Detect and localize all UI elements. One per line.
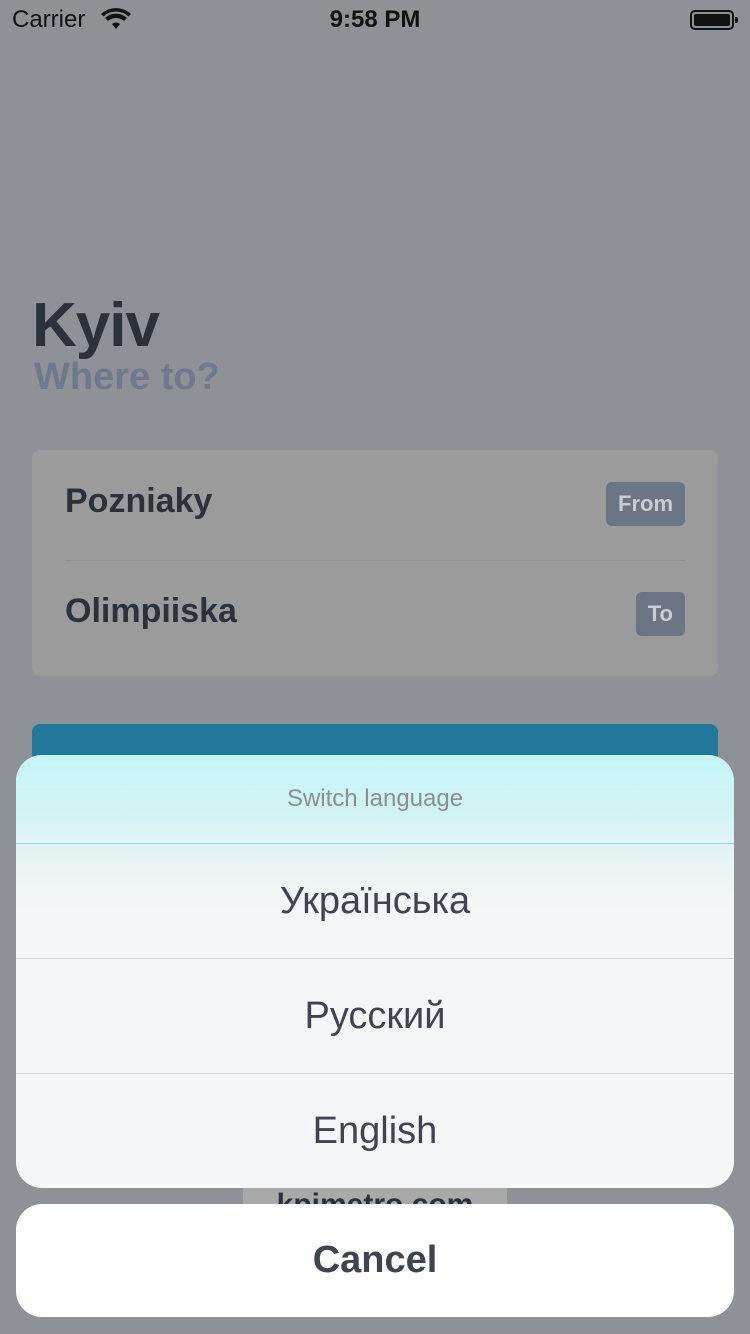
status-time: 9:58 PM — [329, 6, 421, 33]
route-card: Pozniaky From Olimpiiska To — [32, 450, 718, 676]
to-station-row[interactable]: Olimpiiska To — [65, 560, 685, 670]
language-option-russian[interactable]: Русский — [16, 958, 734, 1072]
to-station-name: Olimpiiska — [65, 592, 237, 630]
language-option-english[interactable]: English — [16, 1073, 734, 1187]
battery-icon — [690, 10, 738, 30]
to-tag: To — [635, 592, 685, 636]
sheet-title: Switch language — [16, 755, 734, 844]
from-station-row[interactable]: Pozniaky From — [65, 450, 685, 561]
language-option-ukrainian[interactable]: Українська — [16, 844, 734, 958]
city-title: Kyiv — [32, 291, 160, 360]
language-action-sheet: Switch language Українська Русский Engli… — [16, 755, 734, 1188]
from-tag: From — [606, 482, 685, 526]
from-station-name: Pozniaky — [65, 482, 213, 520]
cancel-button[interactable]: Cancel — [16, 1204, 734, 1317]
status-bar: Carrier 9:58 PM — [0, 0, 750, 40]
where-to-subtitle: Where to? — [34, 356, 220, 398]
